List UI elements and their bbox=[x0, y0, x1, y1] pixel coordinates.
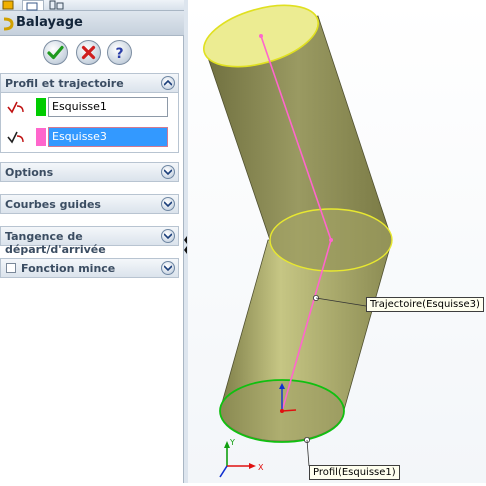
property-icon bbox=[26, 2, 38, 11]
help-icon: ? bbox=[115, 46, 123, 61]
graphics-area[interactable]: Y X Trajectoire(Esquisse3) Profil(Esquis… bbox=[188, 0, 486, 483]
group-label: Profil et trajectoire bbox=[5, 77, 124, 90]
help-button[interactable]: ? bbox=[107, 40, 132, 65]
path-color-swatch bbox=[36, 128, 46, 146]
check-icon bbox=[47, 45, 64, 60]
sweep-model: Y X bbox=[202, 4, 393, 478]
page-title: Balayage bbox=[16, 15, 83, 30]
profile-callout[interactable]: Profil(Esquisse1) bbox=[309, 465, 400, 480]
feature-tree-icon bbox=[2, 0, 14, 10]
svg-text:?: ? bbox=[115, 46, 123, 61]
cancel-button[interactable] bbox=[76, 40, 101, 65]
view-triad: Y X bbox=[219, 438, 264, 478]
group-label: Fonction mince bbox=[21, 262, 116, 275]
fonction-mince-checkbox[interactable] bbox=[6, 263, 16, 273]
chevron-down-icon[interactable] bbox=[161, 197, 175, 211]
tab-property-manager[interactable] bbox=[22, 0, 44, 11]
path-row: Esquisse3 bbox=[1, 125, 180, 149]
chevron-down-icon[interactable] bbox=[161, 261, 175, 275]
group-profil-trajectoire[interactable]: Profil et trajectoire bbox=[0, 73, 179, 93]
chevron-down-icon[interactable] bbox=[161, 229, 175, 243]
chevron-down-icon[interactable] bbox=[161, 165, 175, 179]
panel-tabs bbox=[0, 0, 184, 11]
tab-feature-manager[interactable] bbox=[0, 0, 20, 10]
sweep-icon bbox=[3, 17, 14, 31]
configuration-icon bbox=[49, 0, 64, 10]
group-options[interactable]: Options bbox=[0, 162, 179, 182]
action-buttons: ? bbox=[0, 40, 184, 66]
close-icon bbox=[81, 45, 96, 60]
path-sketch-icon bbox=[7, 131, 24, 144]
tab-configuration-manager[interactable] bbox=[46, 0, 66, 10]
collapse-icon[interactable] bbox=[161, 76, 175, 90]
group-label: Options bbox=[5, 166, 54, 179]
profile-sketch-icon bbox=[7, 101, 24, 114]
group-courbes-guides[interactable]: Courbes guides bbox=[0, 194, 179, 214]
profil-trajectoire-body: Esquisse1 Esquisse3 bbox=[0, 93, 179, 153]
profile-row: Esquisse1 bbox=[1, 95, 180, 119]
trajectory-callout[interactable]: Trajectoire(Esquisse3) bbox=[366, 297, 484, 312]
group-label: Courbes guides bbox=[5, 198, 101, 211]
group-label: Tangence de départ/d'arrivée bbox=[5, 230, 106, 256]
svg-text:X: X bbox=[258, 463, 264, 472]
profile-field[interactable]: Esquisse1 bbox=[48, 97, 168, 117]
path-field[interactable]: Esquisse3 bbox=[48, 127, 168, 147]
svg-text:Y: Y bbox=[229, 438, 235, 447]
group-tangence[interactable]: Tangence de départ/d'arrivée bbox=[0, 226, 179, 256]
ok-button[interactable] bbox=[43, 40, 68, 65]
profile-color-swatch bbox=[36, 98, 46, 116]
group-fonction-mince[interactable]: Fonction mince bbox=[0, 258, 179, 278]
feature-titlebar: Balayage bbox=[0, 11, 184, 36]
property-manager: Balayage ? Profil et trajectoire Esquiss… bbox=[0, 0, 184, 483]
